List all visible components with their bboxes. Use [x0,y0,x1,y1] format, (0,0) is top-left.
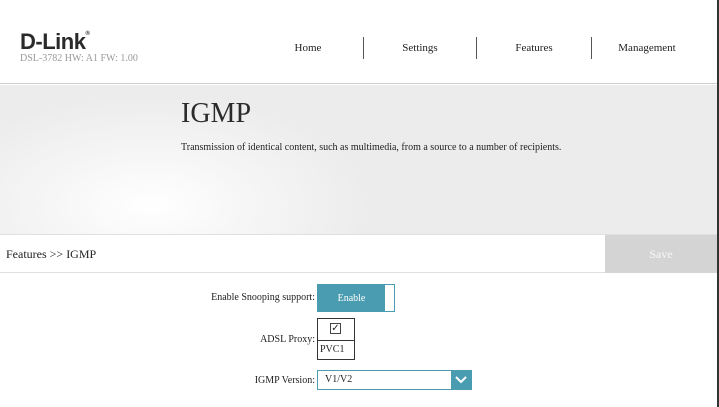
divider [318,340,354,341]
dlink-logo[interactable]: D-Link® [20,29,90,55]
igmp-version-label: IGMP Version: [254,375,315,386]
page-description: Transmission of identical content, such … [181,142,562,153]
igmp-version-select[interactable]: V1/V2 [317,370,472,390]
breadcrumb: Features >> IGMP [6,247,97,261]
nav-features[interactable]: Features [477,42,591,54]
snooping-toggle[interactable]: Enable [317,284,395,312]
title-bar: Features >> IGMP Save [0,234,717,273]
nav-settings[interactable]: Settings [364,42,476,54]
header: D-Link® DSL-3782 HW: A1 FW: 1.00 Home Se… [0,0,717,84]
adsl-proxy-option: PVC1 [320,344,345,355]
igmp-version-value: V1/V2 [325,374,353,385]
page-title: IGMP [181,98,252,129]
save-button[interactable]: Save [605,235,717,273]
adsl-proxy-label: ADSL Proxy: [260,334,315,345]
nav-management[interactable]: Management [592,42,702,54]
page-banner: IGMP Transmission of identical content, … [0,85,717,234]
snooping-label: Enable Snooping support: [211,292,315,303]
nav-home[interactable]: Home [253,42,363,54]
main-nav: Home Settings Features Management [253,37,702,59]
snooping-toggle-value[interactable]: Enable [318,285,385,311]
model-info: DSL-3782 HW: A1 FW: 1.00 [20,53,138,64]
adsl-proxy-list: ✓ PVC1 [317,318,355,360]
chevron-down-icon[interactable] [451,371,471,389]
adsl-proxy-checkbox[interactable]: ✓ [330,323,341,334]
